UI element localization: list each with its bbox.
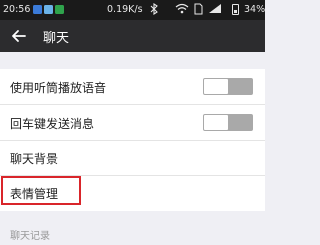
network-speed: 0.19K/s [107,4,143,15]
setting-label: 聊天背景 [10,152,59,166]
section-header-chat-history: 聊天记录 [10,231,50,242]
status-bar: 20:56 0.19K/s 34% [0,0,265,20]
setting-row-earpiece[interactable]: 使用听筒播放语音 [0,69,265,105]
battery-percent: 34% [244,4,266,15]
notification-app-icon [33,5,42,14]
setting-label: 表情管理 [10,187,59,201]
status-time: 20:56 [3,4,31,15]
sim-card-icon [194,3,203,18]
notification-app-icon-2 [44,5,53,14]
setting-row-chat-background[interactable]: 聊天背景 [0,141,265,176]
toggle-knob [204,115,228,130]
toggle-knob [204,79,228,94]
title-bar: 聊天 [0,20,265,52]
bluetooth-icon [150,2,158,18]
setting-label: 回车键发送消息 [10,117,95,131]
page-title: 聊天 [43,31,70,46]
settings-group: 使用听筒播放语音 回车键发送消息 聊天背景 表情管理 [0,69,265,211]
arrow-left-icon[interactable] [9,26,29,46]
battery-icon [232,4,239,15]
earpiece-toggle[interactable] [203,78,253,95]
setting-label: 使用听筒播放语音 [10,81,107,95]
signal-icon [208,3,222,17]
setting-row-enter-send[interactable]: 回车键发送消息 [0,105,265,141]
download-icon [55,5,64,14]
wifi-icon [175,3,189,17]
enter-send-toggle[interactable] [203,114,253,131]
setting-row-sticker-management[interactable]: 表情管理 [0,176,265,211]
